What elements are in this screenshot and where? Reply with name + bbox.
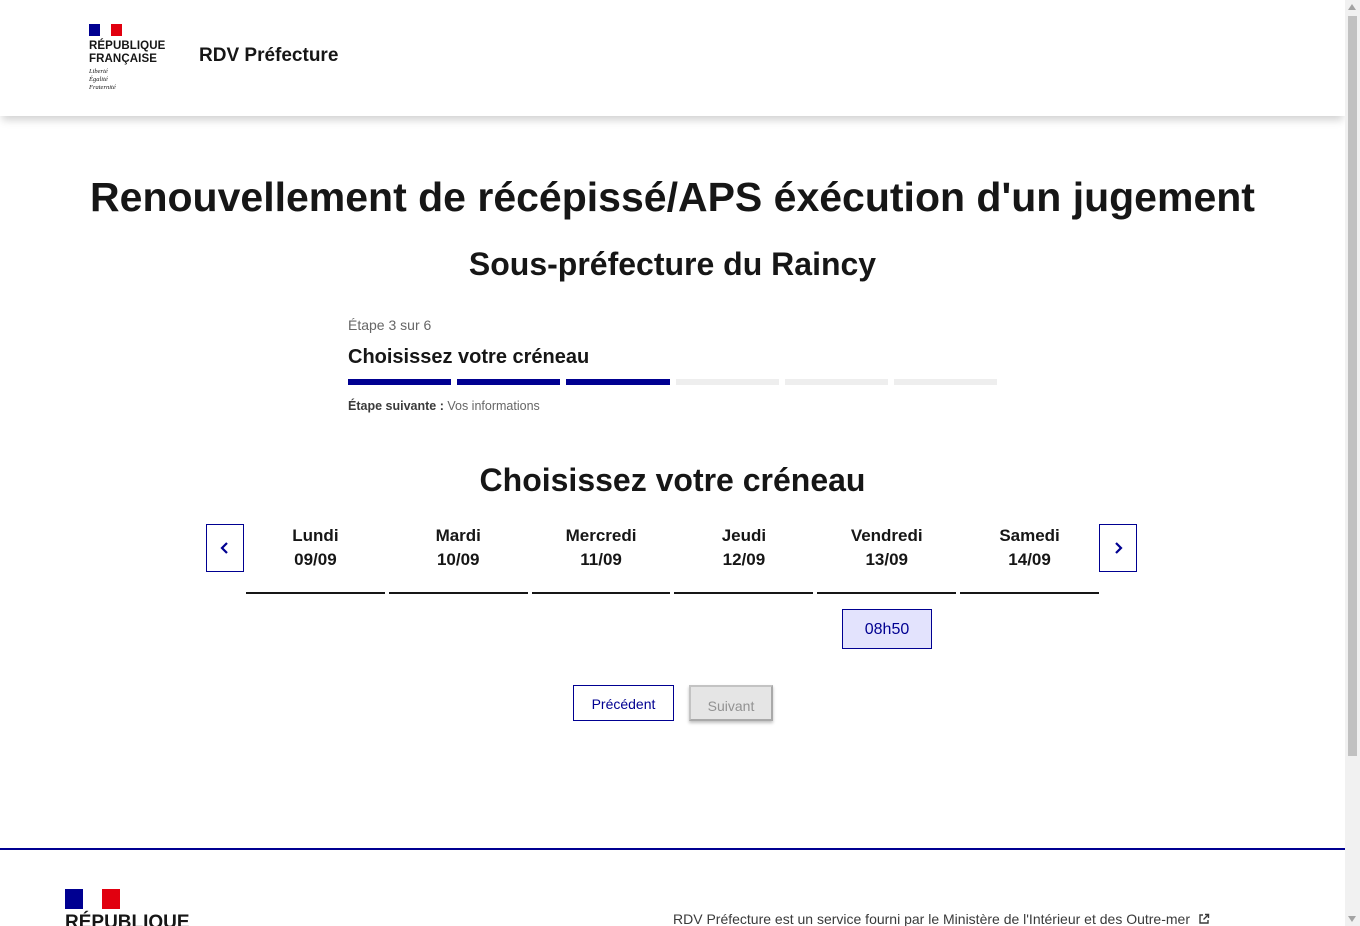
page: RÉPUBLIQUE FRANÇAISE Liberté Égalité Fra… — [0, 0, 1345, 926]
stepper-segment — [893, 379, 998, 385]
stepper-segment — [784, 379, 888, 385]
republique-francaise-logo[interactable]: RÉPUBLIQUE FRANÇAISE Liberté Égalité Fra… — [89, 24, 179, 99]
time-slot-button[interactable]: 08h50 — [842, 609, 932, 649]
stepper-next-value: Vos informations — [447, 399, 540, 413]
day-date: 09/09 — [294, 550, 337, 569]
chevron-left-icon — [220, 542, 228, 554]
stepper-next-step: Étape suivante : Vos informations — [348, 399, 998, 413]
day-date: 14/09 — [1008, 550, 1051, 569]
stepper-state: Étape 3 sur 6 — [348, 317, 432, 333]
logo-motto: Liberté Égalité Fraternité — [89, 68, 116, 91]
stepper: Étape 3 sur 6 Choisissez votre créneau É… — [348, 316, 998, 413]
scroll-up-arrow-icon[interactable] — [1348, 4, 1356, 10]
day-date: 13/09 — [865, 550, 908, 569]
flag-icon — [65, 889, 120, 909]
site-footer: RÉPUBLIQUE RDV Préfecture est un service… — [0, 848, 1345, 926]
day-column: Lundi 09/09 — [246, 524, 385, 594]
day-name: Mardi — [435, 526, 481, 545]
scrollbar-thumb[interactable] — [1348, 16, 1357, 756]
footer-logo-title: RÉPUBLIQUE — [65, 912, 190, 926]
day-column: Jeudi 12/09 — [674, 524, 814, 594]
stepper-segment — [675, 379, 779, 385]
chevron-right-icon — [1115, 542, 1123, 554]
scroll-down-arrow-icon[interactable] — [1348, 916, 1356, 922]
day-date: 12/09 — [722, 550, 766, 569]
stepper-next-label: Étape suivante : — [348, 399, 444, 413]
day-name: Jeudi — [721, 526, 767, 545]
next-button[interactable]: Suivant — [689, 685, 773, 721]
slots-section-title: Choisissez votre créneau — [479, 462, 866, 498]
day-date: 11/09 — [580, 550, 622, 569]
day-name: Mercredi — [565, 526, 637, 545]
previous-week-button[interactable] — [206, 524, 244, 572]
day-columns: Lundi 09/09 Mardi 10/09 Mercredi 11/09 J… — [246, 524, 1099, 594]
day-column: Mercredi 11/09 — [531, 524, 671, 594]
previous-button[interactable]: Précédent — [573, 685, 674, 721]
day-column: Mardi 10/09 — [388, 524, 528, 594]
stepper-segment — [348, 379, 452, 385]
site-header: RÉPUBLIQUE FRANÇAISE Liberté Égalité Fra… — [0, 0, 1345, 116]
page-title: Renouvellement de récépissé/APS éxécutio… — [90, 174, 1255, 220]
day-date: 10/09 — [436, 550, 480, 569]
stepper-segment — [457, 379, 561, 385]
day-name: Samedi — [999, 526, 1060, 545]
next-week-button[interactable] — [1099, 524, 1137, 572]
footer-logo[interactable]: RÉPUBLIQUE — [65, 889, 190, 926]
day-name: Lundi — [292, 526, 339, 545]
footer-service-text: RDV Préfecture est un service fourni par… — [673, 911, 1190, 926]
page-subtitle: Sous-préfecture du Raincy — [468, 246, 877, 282]
stepper-segment — [566, 379, 670, 385]
day-column: Samedi 14/09 — [960, 524, 1099, 594]
day-name: Vendredi — [850, 526, 923, 545]
vertical-scrollbar[interactable] — [1345, 0, 1360, 926]
flag-icon — [89, 24, 122, 36]
footer-service-link[interactable]: RDV Préfecture est un service fourni par… — [673, 911, 1210, 926]
day-column: Vendredi 13/09 — [817, 524, 957, 594]
stepper-title: Choisissez votre créneau — [348, 346, 590, 368]
stepper-progress-bar — [348, 379, 998, 385]
service-title[interactable]: RDV Préfecture — [199, 45, 338, 67]
logo-title: RÉPUBLIQUE FRANÇAISE — [89, 40, 166, 65]
external-link-icon — [1199, 913, 1210, 924]
